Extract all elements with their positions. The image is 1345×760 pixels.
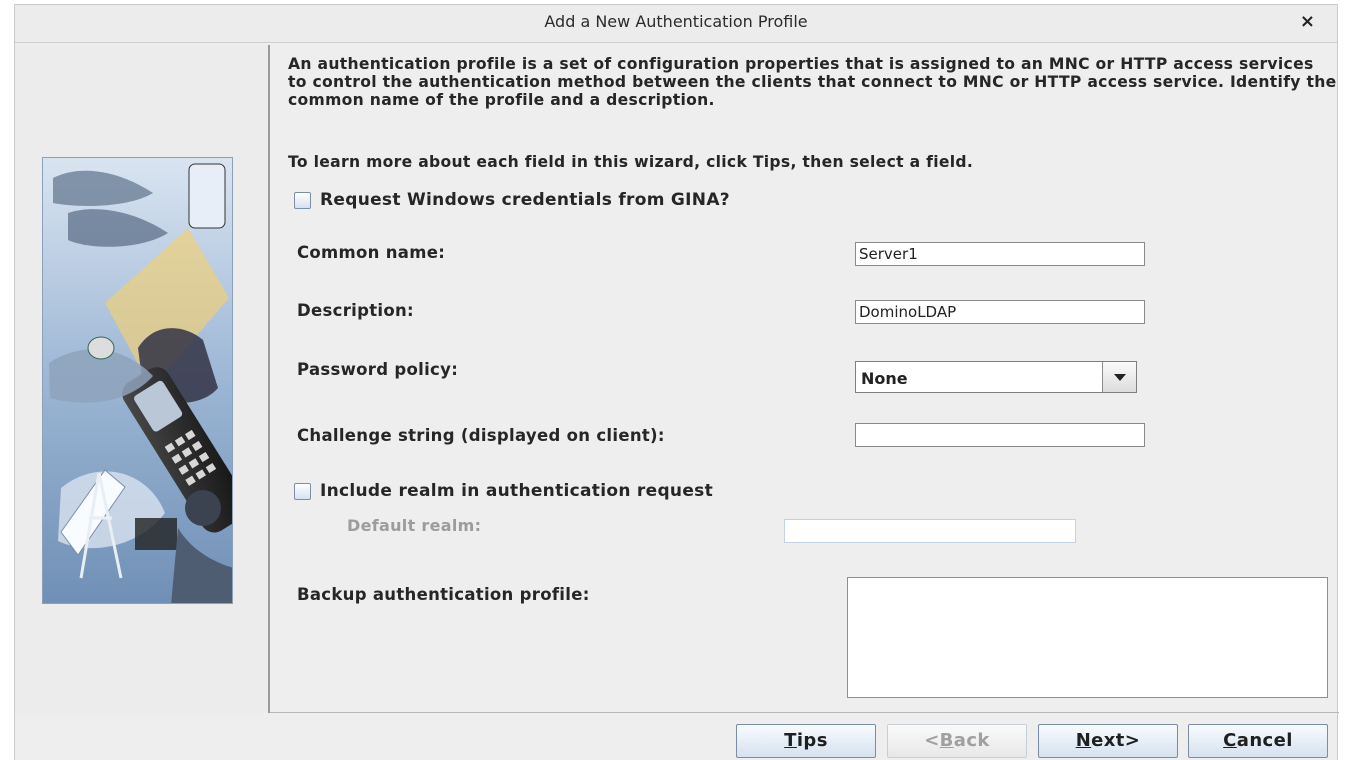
default-realm-field[interactable]	[784, 519, 1076, 543]
tips-mnemonic: T	[784, 730, 797, 751]
password-policy-label: Password policy:	[297, 360, 459, 379]
next-label: ext>	[1091, 730, 1141, 751]
gina-checkbox[interactable]	[294, 191, 311, 209]
communications-illustration	[42, 157, 233, 604]
include-realm-label: Include realm in authentication request	[320, 481, 713, 501]
description-label: Description:	[297, 301, 414, 320]
wizard-side-panel	[15, 45, 270, 713]
back-label: ack	[953, 730, 990, 751]
backup-authentication-label: Backup authentication profile:	[297, 585, 590, 604]
dialog-title: Add a New Authentication Profile	[544, 12, 808, 31]
password-policy-selected: None	[861, 369, 908, 388]
profile-description-text: An authentication profile is a set of co…	[288, 55, 1337, 109]
back-mnemonic: B	[939, 730, 954, 751]
back-prefix: <	[924, 730, 940, 751]
cancel-mnemonic: C	[1223, 730, 1237, 751]
tips-instruction-text: To learn more about each field in this w…	[288, 153, 974, 171]
close-icon[interactable]: ×	[1300, 11, 1315, 32]
gina-label: Request Windows credentials from GINA?	[320, 190, 730, 210]
include-realm-option[interactable]: Include realm in authentication request	[294, 481, 713, 501]
chevron-down-icon[interactable]	[1102, 362, 1136, 392]
wizard-content: An authentication profile is a set of co…	[270, 45, 1339, 713]
include-realm-checkbox[interactable]	[294, 482, 311, 500]
authentication-profile-dialog: Add a New Authentication Profile × An au…	[14, 4, 1339, 760]
cancel-label: ancel	[1236, 730, 1293, 751]
back-button: <Back	[887, 724, 1027, 758]
title-bar: Add a New Authentication Profile ×	[15, 5, 1337, 43]
common-name-label: Common name:	[297, 243, 446, 262]
gina-credentials-option[interactable]: Request Windows credentials from GINA?	[294, 190, 730, 210]
wizard-footer: Tips <Back Next> Cancel	[15, 713, 1337, 760]
backup-authentication-profile-field[interactable]	[847, 577, 1328, 698]
description-field[interactable]: DominoLDAP	[855, 300, 1145, 324]
password-policy-dropdown[interactable]: None	[855, 361, 1137, 393]
default-realm-label: Default realm:	[347, 516, 482, 535]
challenge-string-label: Challenge string (displayed on client):	[297, 426, 665, 445]
challenge-string-field[interactable]	[855, 423, 1145, 447]
tips-button[interactable]: Tips	[736, 724, 876, 758]
next-mnemonic: N	[1075, 730, 1092, 751]
tips-label: ips	[796, 730, 828, 751]
next-button[interactable]: Next>	[1038, 724, 1178, 758]
cancel-button[interactable]: Cancel	[1188, 724, 1328, 758]
common-name-field[interactable]: Server1	[855, 242, 1145, 266]
